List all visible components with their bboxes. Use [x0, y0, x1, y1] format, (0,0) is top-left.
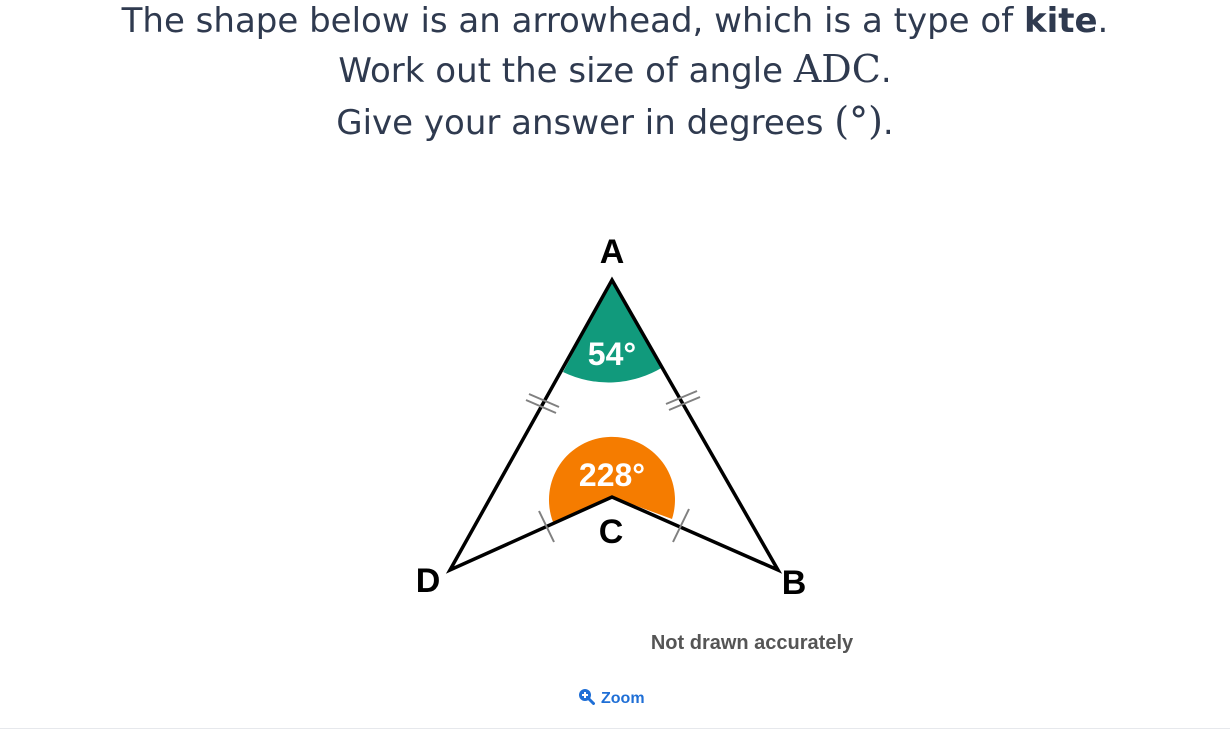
vertex-label-a: A [600, 233, 625, 271]
arrowhead-diagram: 54° 228° A B C D Not drawn accurately [416, 233, 854, 654]
bottom-divider [0, 728, 1230, 729]
vertex-label-d: D [416, 562, 441, 600]
angle-a-label: 54° [588, 336, 636, 372]
vertex-label-b: B [782, 564, 807, 602]
vertex-label-c: C [599, 513, 624, 551]
angle-c-label: 228° [579, 457, 645, 493]
not-drawn-accurately-note: Not drawn accurately [651, 632, 854, 654]
zoom-button[interactable]: Zoom [578, 688, 645, 710]
zoom-label: Zoom [601, 690, 645, 707]
zoom-in-magnifier-icon [578, 688, 595, 710]
